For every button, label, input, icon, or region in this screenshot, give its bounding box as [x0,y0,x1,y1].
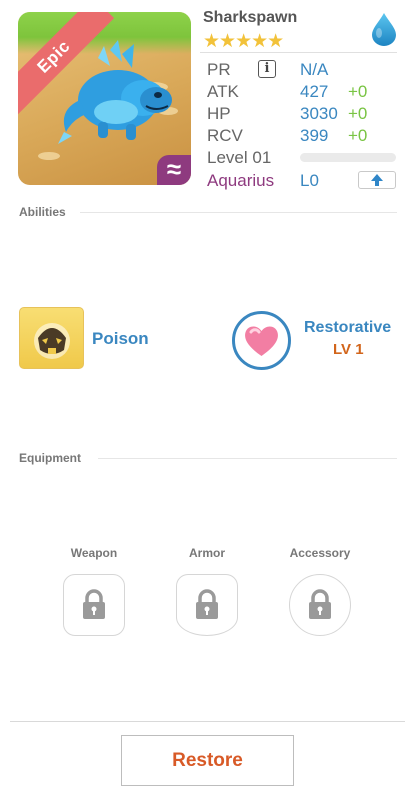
restorative-ability-icon[interactable] [232,311,291,370]
heart-icon [245,326,278,356]
hp-label: HP [207,104,231,123]
weapon-slot[interactable] [63,574,125,636]
accessory-slot[interactable] [289,574,351,636]
equipment-header: Equipment [19,451,81,465]
star-rating: ★★★★★ [203,31,284,52]
level-progress-bar [300,153,396,162]
pet-name: Sharkspawn [203,9,298,26]
pr-label: PR [207,60,231,79]
ability-poison-label: Poison [92,329,149,348]
abilities-divider [80,212,397,213]
constellation-level: L0 [300,171,319,190]
poison-skull-icon [34,323,70,359]
footer-divider [10,721,405,722]
ability-restorative-level: LV 1 [333,341,364,358]
armor-slot-label: Armor [188,546,225,560]
abilities-header: Abilities [19,205,66,219]
accessory-slot-label: Accessory [289,546,351,560]
ability-restorative-label: Restorative [304,319,392,336]
atk-label: ATK [207,82,239,101]
atk-value: 427 [300,82,329,101]
info-icon[interactable]: i [258,60,276,78]
equipment-divider [98,458,397,459]
armor-slot[interactable] [176,574,238,636]
name-divider [200,52,397,53]
lock-icon [309,589,331,619]
arrow-up-icon [371,174,383,186]
hp-bonus: +0 [348,104,368,123]
constellation-label: Aquarius [207,171,275,190]
rcv-value: 399 [300,126,329,145]
restore-button[interactable]: Restore [121,735,294,786]
water-drop-icon [372,13,396,46]
hp-value: 3030 [300,104,338,123]
constellation-upgrade-button[interactable] [358,171,396,189]
pr-value: N/A [300,60,329,79]
level-label: Level 01 [207,148,272,167]
element-badge: ≈ [157,155,191,185]
pet-portrait[interactable]: Epic ≈ [18,12,191,185]
rcv-bonus: +0 [348,126,368,145]
weapon-slot-label: Weapon [70,546,118,560]
rcv-label: RCV [207,126,243,145]
atk-bonus: +0 [348,82,368,101]
lock-icon [83,589,105,619]
poison-ability-icon[interactable] [19,307,84,369]
lock-icon [196,589,218,619]
